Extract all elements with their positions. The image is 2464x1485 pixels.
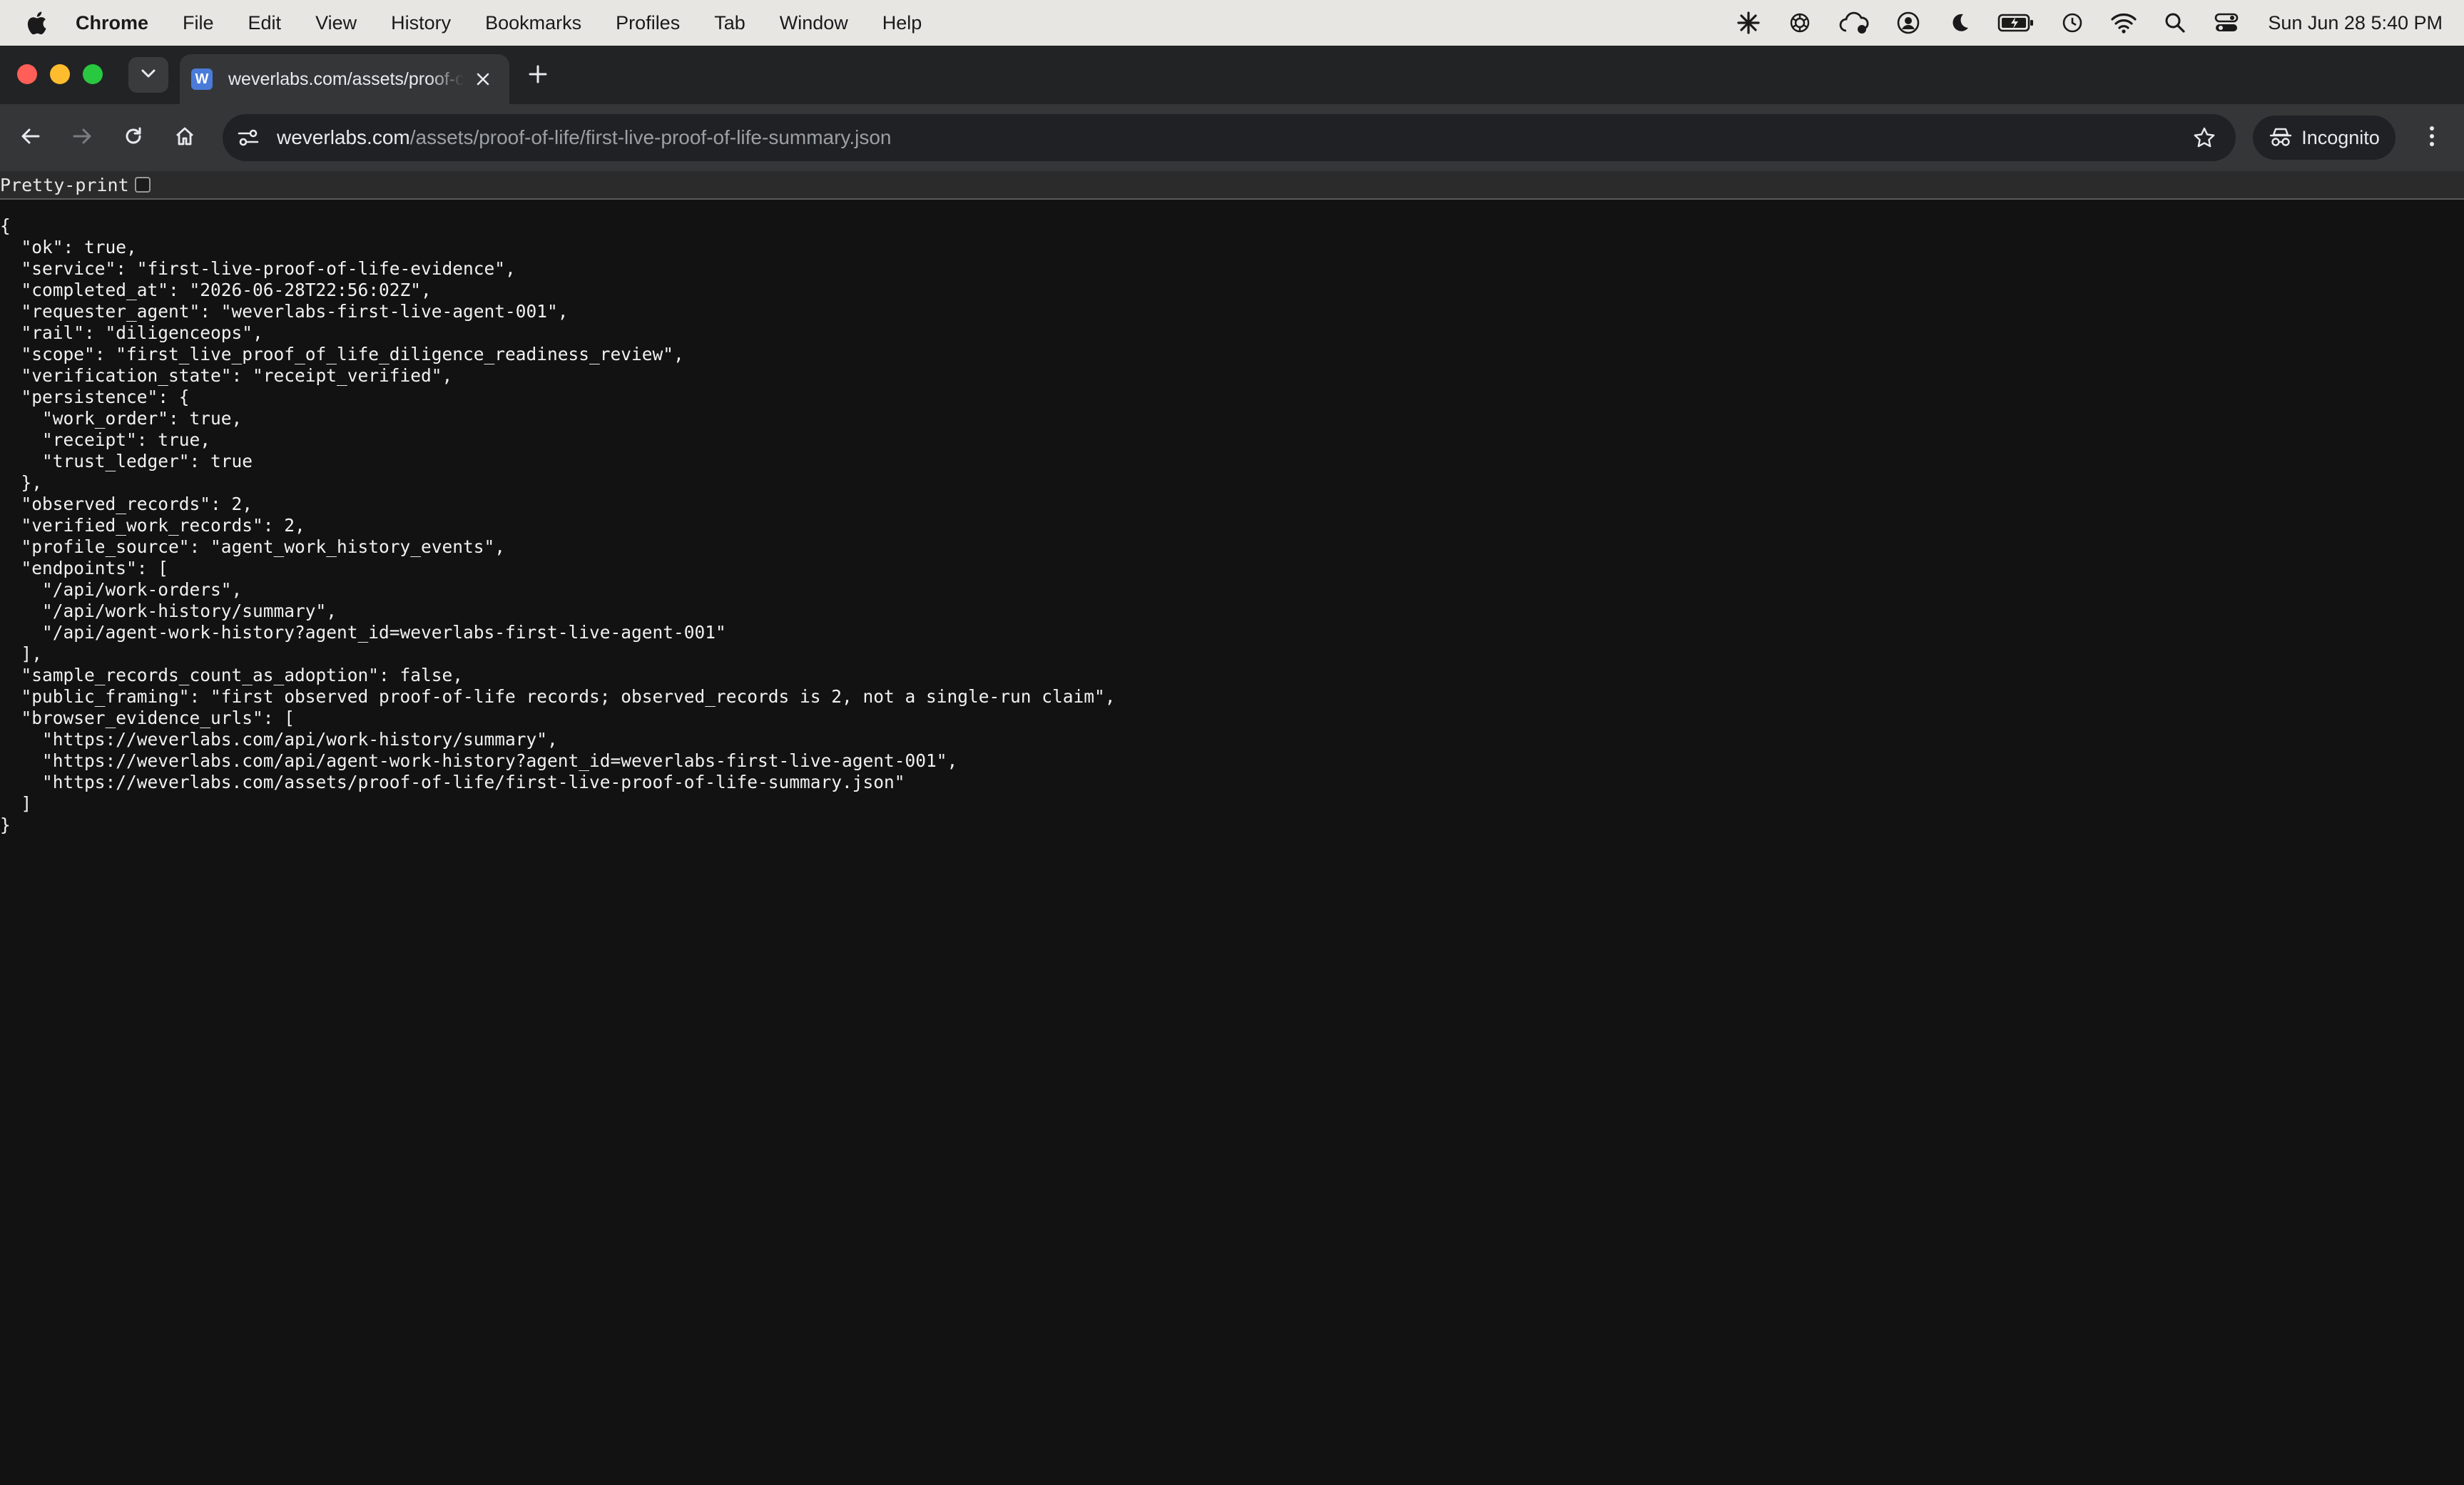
json-line: "scope": "first_live_proof_of_life_dilig… — [0, 344, 684, 364]
json-line: { — [0, 215, 11, 236]
json-line: "profile_source": "agent_work_history_ev… — [0, 536, 506, 557]
json-line: "verification_state": "receipt_verified"… — [0, 365, 453, 386]
json-line: "https://weverlabs.com/assets/proof-of-l… — [0, 772, 905, 792]
menu-bookmarks[interactable]: Bookmarks — [485, 12, 581, 34]
wifi-icon[interactable] — [2109, 9, 2138, 37]
control-center-icon[interactable] — [2212, 9, 2241, 37]
json-line: "requester_agent": "weverlabs-first-live… — [0, 301, 569, 322]
menu-file[interactable]: File — [183, 12, 214, 34]
pretty-print-label: Pretty-print — [0, 174, 129, 195]
plus-icon — [528, 64, 548, 88]
menu-history[interactable]: History — [391, 12, 451, 34]
moon-icon[interactable] — [1945, 9, 1974, 37]
json-content: { "ok": true, "service": "first-live-pro… — [0, 215, 2464, 836]
tab-title: weverlabs.com/assets/proof-of-life/first… — [228, 68, 464, 89]
json-line: "browser_evidence_urls": [ — [0, 708, 295, 728]
incognito-indicator[interactable]: Incognito — [2253, 116, 2396, 160]
tab-active[interactable]: W weverlabs.com/assets/proof-of-life/fir… — [180, 54, 509, 104]
arrow-right-icon — [71, 126, 93, 150]
json-line: "/api/agent-work-history?agent_id=weverl… — [0, 622, 726, 643]
chevron-down-icon — [141, 68, 156, 82]
json-line: "rail": "diligenceops", — [0, 322, 263, 343]
battery-charging-icon[interactable] — [1997, 9, 2035, 37]
json-line: }, — [0, 472, 43, 493]
window-minimize-button[interactable] — [50, 64, 70, 84]
pretty-print-bar: Pretty-print — [0, 171, 2464, 200]
home-icon — [174, 126, 195, 150]
json-line: "https://weverlabs.com/api/agent-work-hi… — [0, 750, 958, 771]
json-line: "/api/work-orders", — [0, 579, 243, 600]
menu-bar-clock[interactable]: Sun Jun 28 5:40 PM — [2268, 12, 2443, 34]
window-close-button[interactable] — [17, 64, 37, 84]
menu-window[interactable]: Window — [780, 12, 848, 34]
menu-help[interactable]: Help — [882, 12, 922, 34]
json-line: "observed_records": 2, — [0, 494, 253, 514]
site-favicon-icon: W — [191, 68, 213, 90]
window-fullscreen-button[interactable] — [83, 64, 103, 84]
back-button[interactable] — [13, 120, 49, 155]
menu-bar-status-area: Sun Jun 28 5:40 PM — [1711, 0, 2443, 46]
json-line: "verified_work_records": 2, — [0, 515, 305, 536]
incognito-icon — [2269, 126, 2293, 150]
url-host: weverlabs.com — [277, 126, 410, 148]
json-line: "work_order": true, — [0, 408, 243, 429]
json-line: } — [0, 815, 11, 835]
reload-button[interactable] — [116, 120, 151, 155]
menu-profiles[interactable]: Profiles — [616, 12, 680, 34]
json-line: "trust_ledger": true — [0, 451, 253, 471]
menu-edit[interactable]: Edit — [248, 12, 282, 34]
close-icon[interactable] — [472, 68, 494, 90]
new-tab-button[interactable] — [525, 63, 551, 88]
search-icon[interactable] — [2161, 9, 2189, 37]
incognito-label: Incognito — [2301, 126, 2380, 148]
pretty-print-toggle[interactable]: Pretty-print — [0, 175, 151, 195]
json-line: "https://weverlabs.com/api/work-history/… — [0, 729, 558, 750]
menu-app-chrome[interactable]: Chrome — [76, 12, 148, 34]
reload-icon — [123, 126, 144, 150]
home-button[interactable] — [167, 120, 203, 155]
url-text[interactable]: weverlabs.com/assets/proof-of-life/first… — [277, 126, 892, 149]
openai-icon[interactable] — [1786, 9, 1814, 37]
cloud-sync-icon[interactable] — [1837, 9, 1871, 37]
json-line: "sample_records_count_as_adoption": fals… — [0, 665, 464, 685]
arrow-left-icon — [20, 126, 41, 150]
clock-history-icon[interactable] — [2058, 9, 2087, 37]
apple-logo-icon[interactable] — [26, 9, 50, 37]
json-line: ] — [0, 793, 32, 814]
pretty-print-checkbox[interactable] — [134, 177, 151, 193]
menu-view[interactable]: View — [315, 12, 357, 34]
address-bar[interactable]: weverlabs.com/assets/proof-of-life/first… — [223, 114, 2236, 161]
json-line: ], — [0, 643, 43, 664]
sparkle-icon[interactable] — [1734, 9, 1763, 37]
json-line: "endpoints": [ — [0, 558, 169, 578]
menu-tab[interactable]: Tab — [714, 12, 745, 34]
more-vertical-icon — [2428, 125, 2435, 151]
json-line: "ok": true, — [0, 237, 137, 257]
forward-button[interactable] — [64, 120, 100, 155]
json-line: "completed_at": "2026-06-28T22:56:02Z", — [0, 280, 432, 300]
json-line: "/api/work-history/summary", — [0, 601, 337, 621]
json-line: "persistence": { — [0, 387, 190, 407]
bookmark-star-icon[interactable] — [2190, 123, 2219, 152]
tab-search-button[interactable] — [128, 57, 168, 93]
json-line: "service": "first-live-proof-of-life-evi… — [0, 258, 516, 279]
json-line: "public_framing": "first observed proof-… — [0, 686, 1116, 707]
user-circle-icon[interactable] — [1894, 9, 1923, 37]
macos-menu-bar: Chrome File Edit View History Bookmarks … — [0, 0, 2464, 46]
url-path: /assets/proof-of-life/first-live-proof-o… — [409, 126, 892, 148]
more-menu-button[interactable] — [2414, 120, 2450, 155]
json-line: "receipt": true, — [0, 429, 211, 450]
site-info-icon[interactable] — [234, 123, 263, 152]
